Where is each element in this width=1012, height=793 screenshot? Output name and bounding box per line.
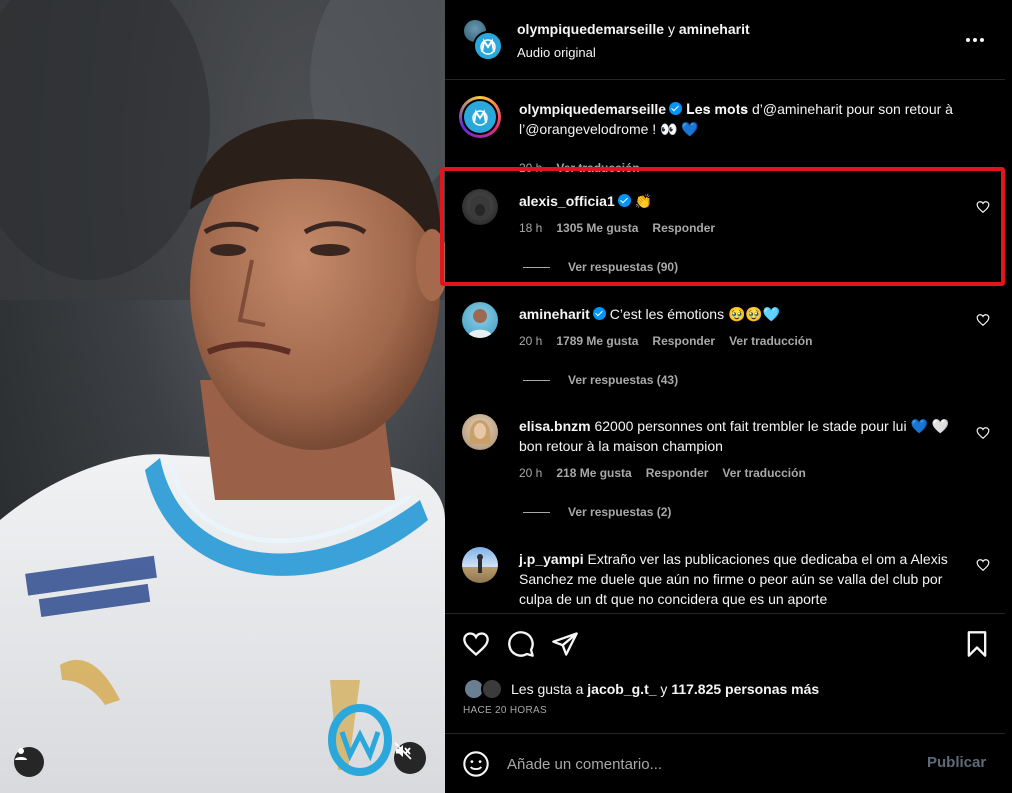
comment-time[interactable]: 20 h [519, 334, 542, 348]
comment-avatar[interactable] [462, 414, 498, 450]
publish-button[interactable]: Publicar [927, 754, 986, 771]
reel-video[interactable] [0, 0, 445, 793]
liker-avatar [481, 678, 503, 700]
caption-avatar[interactable] [459, 96, 501, 138]
comment-username[interactable]: j.p_yampi [519, 551, 584, 567]
author-link-amineharit[interactable]: amineharit [679, 21, 750, 37]
comment-username[interactable]: elisa.bnzm [519, 418, 591, 434]
view-replies-button[interactable]: Ver respuestas (43) [523, 373, 678, 387]
reply-button[interactable]: Responder [652, 334, 715, 348]
comment-composer: Publicar [445, 733, 1005, 793]
post-actions: Les gusta a jacob_g.t_ y 117.825 persona… [445, 613, 1005, 748]
verified-badge-icon [592, 307, 606, 320]
heart-icon[interactable] [976, 426, 990, 440]
view-replies-button[interactable]: Ver respuestas (2) [523, 505, 671, 519]
comment-time[interactable]: 20 h [519, 466, 542, 480]
heart-icon[interactable] [976, 313, 990, 327]
emoji-icon[interactable] [462, 750, 490, 778]
reply-button[interactable]: Responder [646, 466, 709, 480]
person-avatar-icon [469, 420, 491, 444]
comment-body: Extraño ver las publicaciones que dedica… [519, 551, 948, 607]
om-logo-icon [480, 38, 496, 55]
bookmark-icon[interactable] [963, 630, 991, 658]
comment-likes[interactable]: 218 Me gusta [556, 466, 631, 480]
likes-joiner: y [660, 681, 668, 697]
view-replies-label: Ver respuestas (2) [568, 505, 672, 519]
mute-button[interactable] [394, 742, 426, 774]
author-link-olympiquedemarseille[interactable]: olympiquedemarseille [517, 21, 664, 37]
speaker-muted-icon [394, 742, 412, 760]
more-horizontal-icon [966, 38, 970, 42]
post-header: olympiquedemarseille y amineharit Audio … [445, 0, 1005, 80]
authors-joiner: y [667, 21, 675, 37]
tagged-users-button[interactable] [14, 747, 44, 777]
likes-count[interactable]: 117.825 personas más [671, 681, 819, 697]
replies-divider [523, 379, 550, 381]
likes-summary: Les gusta a jacob_g.t_ y 117.825 persona… [463, 678, 819, 700]
person-avatar-icon [477, 554, 483, 573]
more-options-button[interactable] [963, 30, 987, 50]
replies-divider [523, 511, 550, 513]
comment-text: elisa.bnzm 62000 personnes ont fait trem… [519, 416, 967, 456]
comment-body: C’est les émotions 🥹🥹🩵 [609, 306, 781, 322]
liker-avatars[interactable] [463, 678, 507, 700]
like-heart-icon[interactable] [462, 630, 490, 658]
view-replies-label: Ver respuestas (43) [568, 373, 679, 387]
comment-meta: 20 h 1789 Me gusta Responder Ver traducc… [519, 334, 812, 348]
person-avatar-icon [467, 309, 493, 338]
liker-username[interactable]: jacob_g.t_ [587, 681, 656, 697]
collab-avatars[interactable] [462, 18, 504, 62]
comment-username[interactable]: amineharit [519, 306, 590, 322]
comment-avatar[interactable] [462, 547, 498, 583]
translate-link[interactable]: Ver traducción [729, 334, 812, 348]
comments-list[interactable]: olympiquedemarseille 𝐋𝐞𝐬 𝐦𝐨𝐭𝐬 d’@amineha… [445, 81, 1005, 613]
comment-likes[interactable]: 1789 Me gusta [556, 334, 638, 348]
highlight-box [440, 167, 1005, 286]
om-logo-icon [472, 109, 488, 126]
post-panel: olympiquedemarseille y amineharit Audio … [445, 0, 1005, 793]
audio-link[interactable]: Audio original [517, 45, 596, 60]
comment-input[interactable] [507, 752, 907, 776]
post-timestamp[interactable]: HACE 20 HORAS [463, 705, 547, 716]
comment-bubble-icon[interactable] [507, 630, 535, 658]
caption-emoji: 👀 💙 [660, 121, 699, 137]
translate-link[interactable]: Ver traducción [722, 466, 805, 480]
comment-meta: 20 h 218 Me gusta Responder Ver traducci… [519, 466, 806, 480]
verified-badge-icon [669, 102, 683, 115]
comment-text: amineharit C’est les émotions 🥹🥹🩵 [519, 304, 967, 324]
heart-icon[interactable] [976, 558, 990, 572]
caption-text: olympiquedemarseille 𝐋𝐞𝐬 𝐦𝐨𝐭𝐬 d’@amineha… [519, 99, 967, 139]
avatar-olympiquedemarseille [473, 31, 503, 61]
video-frame [0, 0, 445, 793]
post-authors: olympiquedemarseille y amineharit [517, 21, 750, 37]
share-paper-plane-icon[interactable] [551, 630, 579, 658]
user-icon [15, 748, 27, 760]
comment-text: j.p_yampi Extraño ver las publicaciones … [519, 549, 967, 609]
caption-username[interactable]: olympiquedemarseille [519, 101, 666, 117]
likes-prefix: Les gusta a [511, 681, 584, 697]
comment-avatar[interactable] [462, 302, 498, 338]
